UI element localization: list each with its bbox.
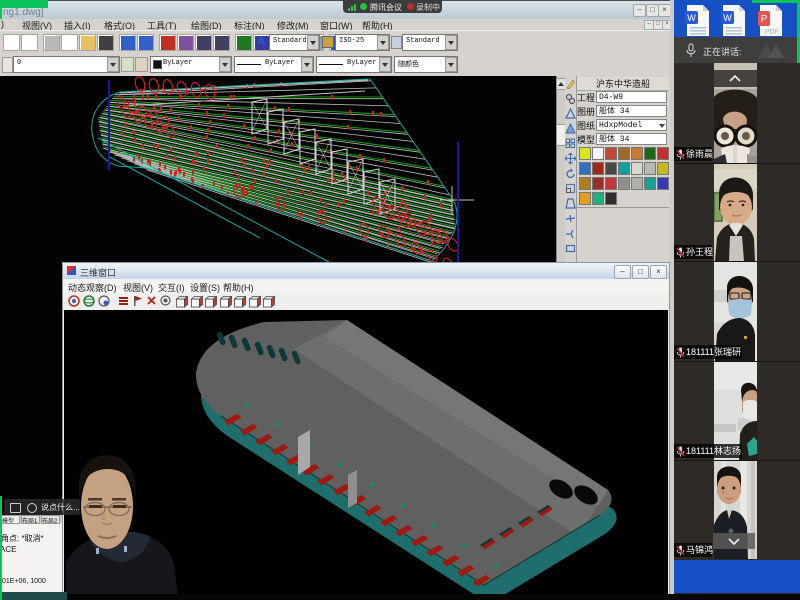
svg-text:W: W xyxy=(723,13,732,23)
svg-text:P: P xyxy=(761,14,768,25)
svg-text:W: W xyxy=(687,13,696,23)
svg-text:PDF: PDF xyxy=(765,29,779,36)
